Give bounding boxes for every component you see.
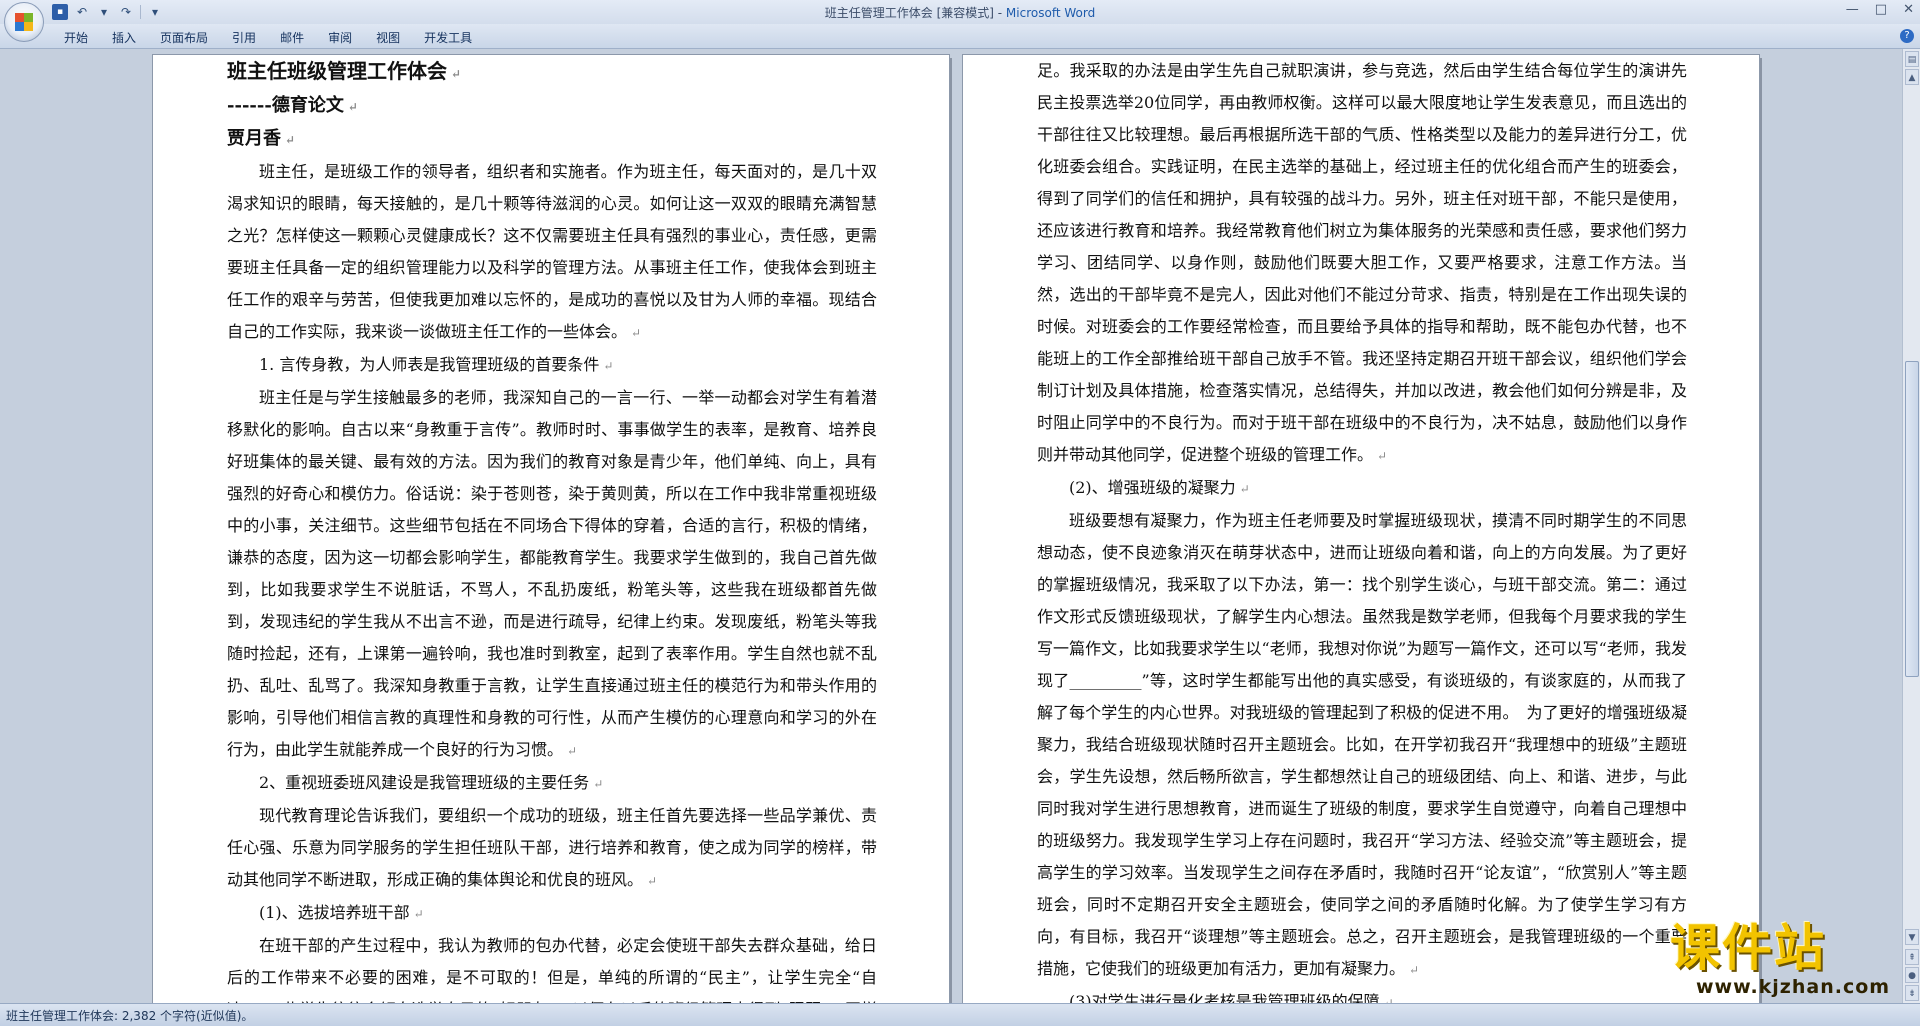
paragraph-text: (2)、增强班级的凝聚力 <box>1069 478 1236 497</box>
paragraph: 足。我采取的办法是由学生先自己就职演讲，参与竞选，然后由学生结合每位学生的演讲先… <box>1037 55 1687 472</box>
tab-mailings[interactable]: 邮件 <box>268 28 316 47</box>
title-bar: ▪ ↶ ▾ ↷ ▾ 班主任管理工作体会 [兼容模式] - Microsoft W… <box>0 0 1920 42</box>
paragraph-mark: ↵ <box>647 874 658 888</box>
paragraph: 2、重视班委班风建设是我管理班级的主要任务 ↵ <box>227 767 877 800</box>
paragraph: 班主任，是班级工作的领导者，组织者和实施者。作为班主任，每天面对的，是几十双渴求… <box>227 156 877 349</box>
tab-references[interactable]: 引用 <box>220 28 268 47</box>
paragraph: 班级要想有凝聚力，作为班主任老师要及时掌握班级现状，摸清不同时期学生的不同思想动… <box>1037 505 1687 986</box>
document-author: 贾月香 ↵ <box>227 123 877 156</box>
paragraph-mark: ↵ <box>1383 996 1394 1003</box>
window-title: 班主任管理工作体会 [兼容模式] - Microsoft Word <box>0 4 1920 21</box>
paragraph-text: 班主任，是班级工作的领导者，组织者和实施者。作为班主任，每天面对的，是几十双渴求… <box>227 162 877 341</box>
paragraph: (3)对学生进行量化考核是我管理班级的保障 ↵ <box>1037 986 1687 1003</box>
paragraph-text: 在班干部的产生过程中，我认为教师的包办代替，必定会使班干部失去群众基础，给日后的… <box>227 936 877 1003</box>
window-controls: — □ ✕ <box>1846 2 1914 17</box>
document-heading: 班主任班级管理工作体会 ↵ <box>227 55 877 90</box>
tab-insert[interactable]: 插入 <box>100 28 148 47</box>
paragraph-text: 班级要想有凝聚力，作为班主任老师要及时掌握班级现状，摸清不同时期学生的不同思想动… <box>1037 511 1687 978</box>
paragraph-mark: ↵ <box>631 326 642 340</box>
paragraph-mark: ↵ <box>593 777 604 791</box>
paragraph: 班主任是与学生接触最多的老师，我深知自己的一言一行、一举一动都会对学生有着潜移默… <box>227 382 877 767</box>
document-title: 班主任管理工作体会 [兼容模式] - <box>824 6 1006 20</box>
page-1-body: 班主任，是班级工作的领导者，组织者和实施者。作为班主任，每天面对的，是几十双渴求… <box>227 156 877 1003</box>
paragraph-text: (1)、选拔培养班干部 <box>259 903 410 922</box>
tab-home[interactable]: 开始 <box>52 28 100 47</box>
paragraph-mark: ↵ <box>413 907 424 921</box>
status-bar: 班主任管理工作体会: 2,382 个字符(近似值)。 <box>0 1003 1920 1026</box>
paragraph-text: 2、重视班委班风建设是我管理班级的主要任务 <box>259 773 590 792</box>
page-2-body: 足。我采取的办法是由学生先自己就职演讲，参与竞选，然后由学生结合每位学生的演讲先… <box>1037 55 1687 1003</box>
scroll-up-icon[interactable]: ▲ <box>1905 69 1919 85</box>
subtitle-text: ------德育论文 <box>227 95 344 116</box>
document-subtitle: ------德育论文 ↵ <box>227 90 877 123</box>
maximize-button[interactable]: □ <box>1875 2 1887 17</box>
paragraph: (1)、选拔培养班干部 ↵ <box>227 897 877 930</box>
paragraph-text: 1. 言传身教，为人师表是我管理班级的首要条件 <box>259 355 600 374</box>
close-button[interactable]: ✕ <box>1903 2 1914 17</box>
office-logo-icon <box>15 13 33 31</box>
paragraph: 1. 言传身教，为人师表是我管理班级的首要条件 ↵ <box>227 349 877 382</box>
minimize-button[interactable]: — <box>1846 2 1859 17</box>
document-page-1[interactable]: 班主任班级管理工作体会 ↵ ------德育论文 ↵ 贾月香 ↵ 班主任，是班级工作的… <box>153 55 949 1003</box>
paragraph-text: (3)对学生进行量化考核是我管理班级的保障 <box>1069 992 1380 1003</box>
help-icon[interactable]: ? <box>1900 29 1914 43</box>
tab-view[interactable]: 视图 <box>364 28 412 47</box>
watermark-url: www.kjzhan.com <box>1696 976 1891 998</box>
paragraph-mark: ↵ <box>451 67 462 81</box>
document-area[interactable]: 班主任班级管理工作体会 ↵ ------德育论文 ↵ 贾月香 ↵ 班主任，是班级工作的… <box>0 49 1902 1003</box>
vertical-scrollbar[interactable]: ▤ ▲ ▼ ⇞ ● ⇟ <box>1902 49 1920 1003</box>
site-watermark: 课件站 www.kjzhan.com <box>1670 920 1910 1000</box>
watermark-text: 课件站 <box>1670 919 1826 977</box>
paragraph-mark: ↵ <box>1377 449 1388 463</box>
tab-developer[interactable]: 开发工具 <box>412 28 484 47</box>
paragraph-mark: ↵ <box>603 359 614 373</box>
paragraph-mark: ↵ <box>1409 963 1420 977</box>
tab-list: 开始 插入 页面布局 引用 邮件 审阅 视图 开发工具 <box>52 28 484 47</box>
word-count[interactable]: 班主任管理工作体会: 2,382 个字符(近似值)。 <box>6 1007 253 1024</box>
app-name: Microsoft Word <box>1005 6 1096 20</box>
page-2-content: 足。我采取的办法是由学生先自己就职演讲，参与竞选，然后由学生结合每位学生的演讲先… <box>1037 55 1687 1003</box>
author-text: 贾月香 <box>227 128 281 149</box>
paragraph-mark: ↵ <box>347 100 358 114</box>
ribbon-tabs: 开始 插入 页面布局 引用 邮件 审阅 视图 开发工具 ? <box>0 24 1920 49</box>
paragraph: 在班干部的产生过程中，我认为教师的包办代替，必定会使班干部失去群众基础，给日后的… <box>227 930 877 1003</box>
ruler-toggle-icon[interactable]: ▤ <box>1905 51 1919 67</box>
paragraph-mark: ↵ <box>285 133 296 147</box>
page-1-content: 班主任班级管理工作体会 ↵ ------德育论文 ↵ 贾月香 ↵ 班主任，是班级工作的… <box>227 55 877 1003</box>
paragraph-mark: ↵ <box>567 744 578 758</box>
paragraph-text: 现代教育理论告诉我们，要组织一个成功的班级，班主任首先要选择一些品学兼优、责任心… <box>227 806 877 889</box>
office-button[interactable] <box>4 2 44 42</box>
paragraph-text: 足。我采取的办法是由学生先自己就职演讲，参与竞选，然后由学生结合每位学生的演讲先… <box>1037 61 1687 464</box>
heading-text: 班主任班级管理工作体会 <box>227 59 447 83</box>
scrollbar-thumb[interactable] <box>1905 361 1919 677</box>
paragraph: (2)、增强班级的凝聚力 ↵ <box>1037 472 1687 505</box>
document-page-2[interactable]: 足。我采取的办法是由学生先自己就职演讲，参与竞选，然后由学生结合每位学生的演讲先… <box>963 55 1759 1003</box>
tab-page-layout[interactable]: 页面布局 <box>148 28 220 47</box>
paragraph-text: 班主任是与学生接触最多的老师，我深知自己的一言一行、一举一动都会对学生有着潜移默… <box>227 388 877 759</box>
tab-review[interactable]: 审阅 <box>316 28 364 47</box>
paragraph-mark: ↵ <box>1239 482 1250 496</box>
paragraph: 现代教育理论告诉我们，要组织一个成功的班级，班主任首先要选择一些品学兼优、责任心… <box>227 800 877 897</box>
